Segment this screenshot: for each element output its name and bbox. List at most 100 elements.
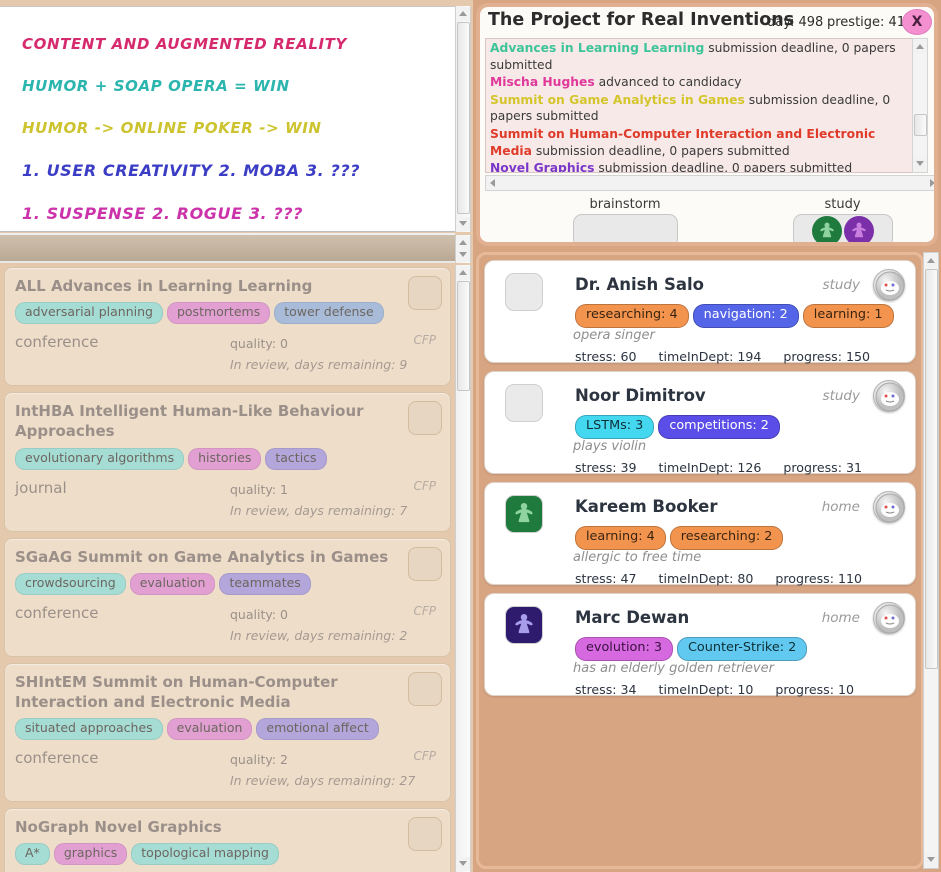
person-progress: progress: 150 [783, 349, 871, 364]
slot-dropzone[interactable] [572, 214, 678, 242]
event-log-horizontal-scrollbar[interactable] [485, 175, 934, 191]
event-entity: Summit on Game Analytics in Games [490, 92, 745, 107]
paper-tag[interactable]: evaluation [129, 572, 216, 595]
activity-slot-study[interactable]: study [775, 197, 910, 242]
skill-tag[interactable]: navigation: 2 [692, 304, 799, 328]
person-skill-row: evolution: 3 Counter-Strike: 2 [575, 636, 811, 661]
skill-tag[interactable]: learning: 1 [802, 304, 894, 328]
app-root: content and augmented reality humor + soa… [0, 0, 941, 872]
person-avatar[interactable] [505, 384, 543, 422]
purple-meeple-token[interactable] [843, 216, 874, 242]
paper-tag[interactable]: situated approaches [15, 718, 163, 740]
paper-tag[interactable]: crowdsourcing [15, 572, 126, 595]
day-counter: day: 498 [767, 15, 824, 30]
person-location: study [822, 277, 860, 293]
paper-tag[interactable]: adversarial planning [15, 302, 163, 325]
person-mood-face-icon[interactable] [873, 269, 905, 301]
papers-list[interactable]: ALL Advances in Learning Learning adversa… [0, 265, 455, 872]
scroll-down-arrow-icon[interactable] [456, 217, 470, 231]
person-card[interactable]: Kareem Booker learning: 4 researching: 2 al… [484, 482, 916, 586]
skill-tag[interactable]: researching: 2 [669, 526, 784, 550]
paper-card[interactable]: ALL Advances in Learning Learning adversa… [4, 267, 451, 387]
event-entity: Novel Graphics [490, 161, 595, 173]
notes-vertical-scrollbar[interactable] [455, 6, 471, 232]
meeple-icon [514, 502, 534, 523]
person-card[interactable]: Marc Dewan evolution: 3 Counter-Strike: 2h… [484, 593, 916, 697]
scroll-up-arrow-icon[interactable] [924, 254, 938, 268]
event-log-entry: Novel Graphics submission deadline, 0 pa… [490, 160, 919, 173]
scrollbar-thumb[interactable] [457, 22, 470, 214]
person-card[interactable]: Noor Dimitrov LSTMs: 3 competitions: 2 play… [484, 371, 916, 475]
paper-assignment-slot[interactable] [408, 546, 442, 581]
slot-dropzone[interactable] [792, 214, 893, 242]
people-vertical-scrollbar[interactable] [923, 252, 939, 869]
scroll-up-arrow-icon[interactable] [456, 7, 470, 21]
paper-quality: quality: 2 [230, 752, 288, 767]
skill-tag[interactable]: learning: 4 [575, 526, 666, 550]
paper-tag[interactable]: teammates [219, 572, 311, 595]
close-button[interactable]: X [902, 9, 932, 35]
event-entity: Mischa Hughes [490, 75, 595, 90]
paper-quality: quality: 0 [230, 336, 288, 352]
face-icon [875, 493, 905, 523]
scroll-down-arrow-icon[interactable] [924, 853, 938, 867]
person-avatar[interactable] [505, 273, 543, 311]
scrollbar-thumb[interactable] [925, 269, 938, 669]
green-meeple-token[interactable] [811, 216, 842, 242]
paper-tag[interactable]: emotional affect [256, 718, 379, 740]
paper-tag[interactable]: A* [15, 843, 50, 866]
scroll-left-arrow-icon[interactable] [490, 179, 495, 187]
scroll-down-arrow-icon[interactable] [456, 857, 470, 871]
paper-card[interactable]: NoGraph Novel Graphics A* graphics topologi… [4, 808, 451, 872]
activity-slot-brainstorm[interactable]: brainstorm [525, 197, 725, 242]
person-card[interactable]: Dr. Anish Salo researching: 4 navigation: … [484, 260, 916, 364]
paper-tag[interactable]: graphics [53, 843, 128, 866]
paper-assignment-slot[interactable] [408, 401, 442, 436]
paper-card[interactable]: SGaAG Summit on Game Analytics in Games c… [4, 537, 451, 657]
scroll-down-arrow-icon[interactable] [456, 248, 470, 262]
person-name: Marc Dewan [575, 608, 690, 627]
paper-cfp-label[interactable]: CFP [413, 604, 436, 618]
paper-tag[interactable]: evolutionary algorithms [15, 447, 185, 470]
people-list-panel[interactable]: Dr. Anish Salo researching: 4 navigation: … [476, 252, 924, 869]
scroll-right-arrow-icon[interactable] [930, 179, 934, 187]
person-time-in-dept: timeInDept: 80 [658, 571, 754, 586]
paper-tag[interactable]: tower defense [274, 302, 384, 325]
paper-assignment-slot[interactable] [408, 817, 442, 851]
paper-tag[interactable]: evaluation [166, 718, 253, 740]
scroll-up-arrow-icon[interactable] [913, 40, 927, 54]
scroll-down-arrow-icon[interactable] [913, 157, 927, 171]
skill-tag[interactable]: LSTMs: 3 [575, 415, 655, 439]
paper-title: SGaAG Summit on Game Analytics in Games [15, 547, 389, 566]
scrollbar-thumb[interactable] [457, 281, 470, 391]
paper-tag[interactable]: topological mapping [131, 843, 279, 866]
paper-card[interactable]: IntHBA Intelligent Human-Like Behaviour … [4, 392, 451, 532]
papers-vertical-scrollbar[interactable] [455, 265, 471, 872]
paper-tag[interactable]: tactics [265, 447, 327, 470]
skill-tag[interactable]: researching: 4 [575, 304, 689, 328]
person-avatar[interactable] [505, 606, 543, 644]
person-stats: stress: 60 timeInDept: 194 progress: 150 [575, 349, 892, 364]
paper-cfp-label[interactable]: CFP [413, 749, 436, 763]
paper-assignment-slot[interactable] [408, 671, 442, 706]
event-log-vertical-scrollbar[interactable] [912, 38, 928, 173]
skill-tag[interactable]: evolution: 3 [575, 637, 673, 661]
paper-tag[interactable]: histories [188, 447, 262, 470]
face-icon [875, 604, 905, 634]
person-mood-face-icon[interactable] [873, 380, 905, 412]
person-avatar[interactable] [505, 495, 543, 533]
event-log[interactable]: Advances in Learning Learning submission… [485, 38, 923, 173]
paper-cfp-label[interactable]: CFP [413, 333, 436, 347]
scrollbar-thumb[interactable] [914, 114, 927, 136]
person-mood-face-icon[interactable] [873, 602, 905, 634]
person-mood-face-icon[interactable] [873, 491, 905, 523]
divider-vertical-scrollbar[interactable] [455, 235, 471, 263]
paper-assignment-slot[interactable] [408, 276, 442, 310]
scroll-up-arrow-icon[interactable] [456, 266, 470, 280]
note-line: content and augmented reality [22, 35, 347, 53]
skill-tag[interactable]: competitions: 2 [658, 415, 780, 439]
paper-tag[interactable]: postmortems [166, 302, 271, 325]
paper-cfp-label[interactable]: CFP [413, 479, 436, 493]
skill-tag[interactable]: Counter-Strike: 2 [676, 637, 808, 661]
paper-card[interactable]: SHIntEM Summit on Human-Computer Interac… [4, 662, 451, 802]
